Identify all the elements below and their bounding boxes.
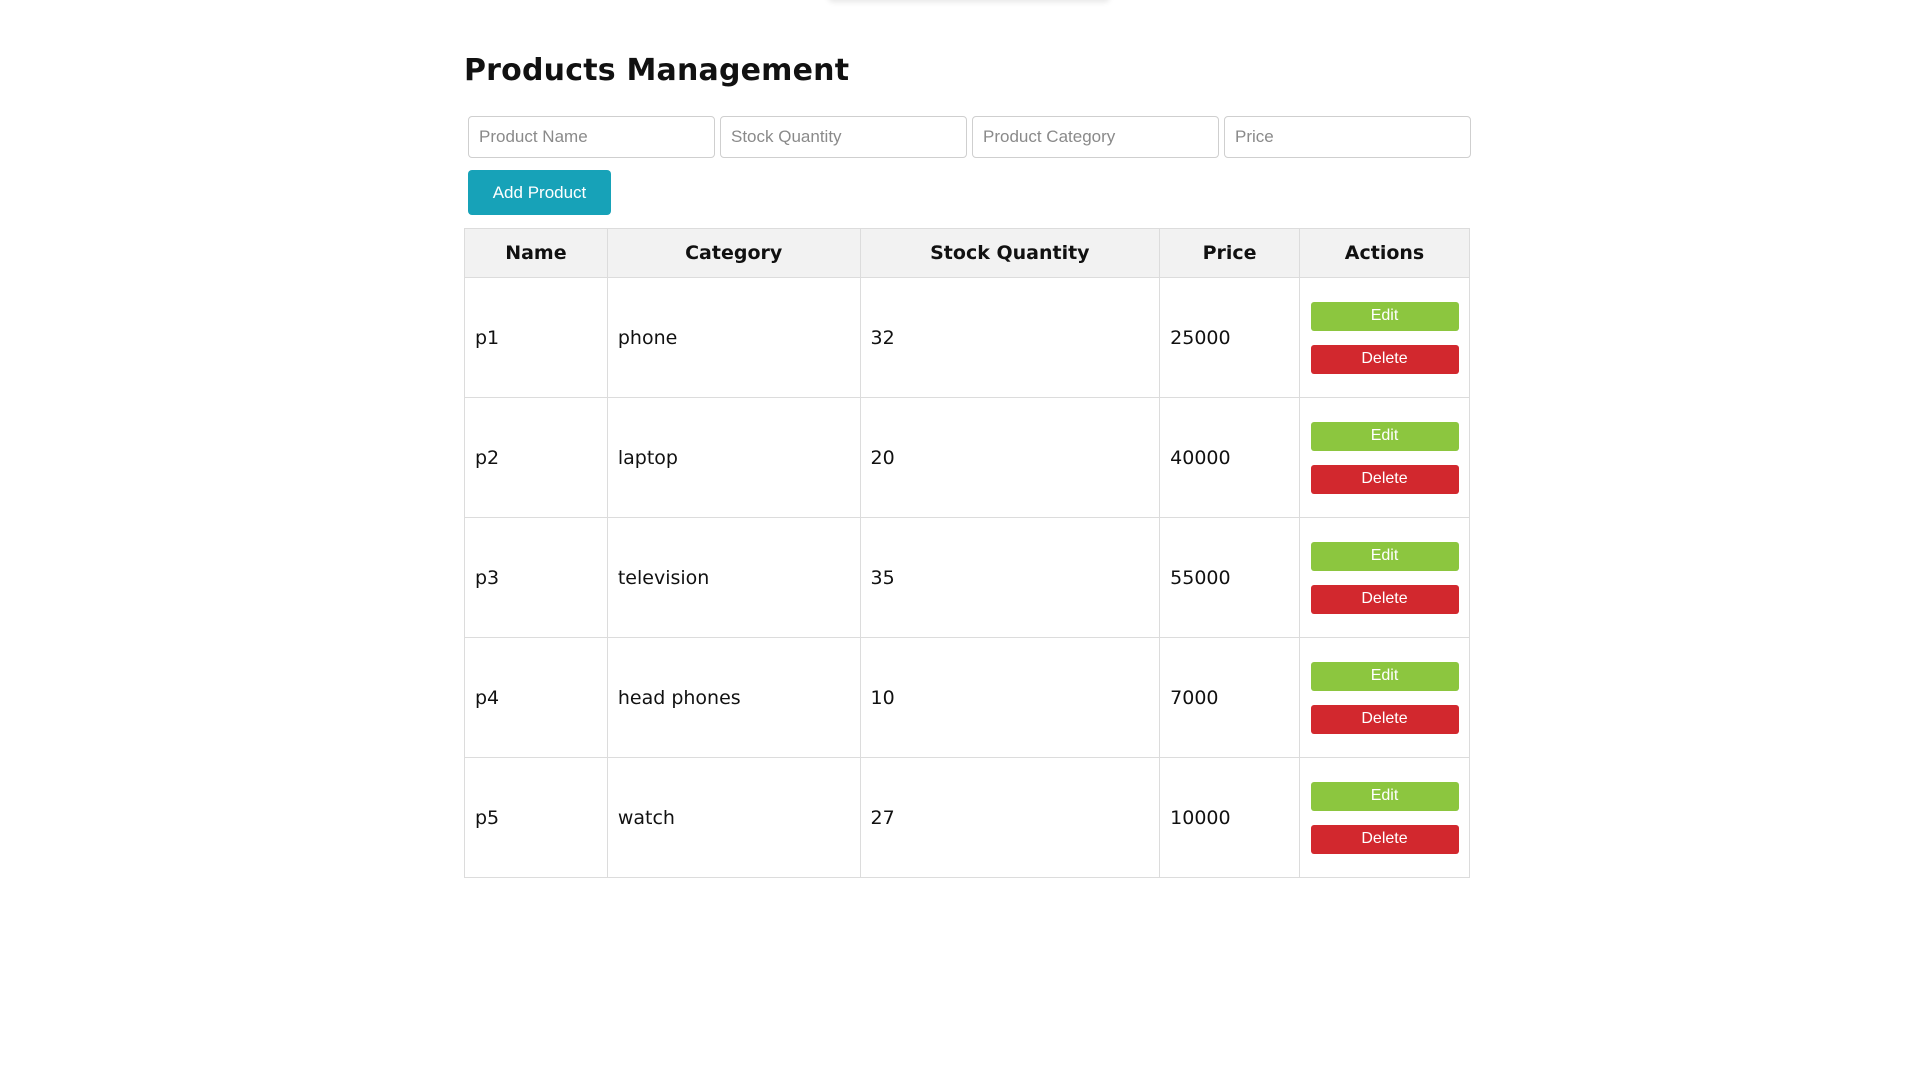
cell-actions: Edit Delete xyxy=(1299,277,1470,398)
cell-actions: Edit Delete xyxy=(1299,397,1470,518)
header-category: Category xyxy=(606,228,861,278)
add-product-form xyxy=(468,116,1471,158)
cell-category: laptop xyxy=(606,397,861,518)
cell-name: p3 xyxy=(464,517,608,638)
cell-category: head phones xyxy=(606,637,861,758)
table-row: p4 head phones 10 7000 Edit Delete xyxy=(464,637,1470,758)
header-price: Price xyxy=(1159,228,1300,278)
delete-button[interactable]: Delete xyxy=(1310,344,1459,374)
cell-price: 25000 xyxy=(1159,277,1300,398)
cell-actions: Edit Delete xyxy=(1299,517,1470,638)
table-row: p5 watch 27 10000 Edit Delete xyxy=(464,757,1470,878)
cell-name: p1 xyxy=(464,277,608,398)
cell-stock: 20 xyxy=(859,397,1161,518)
cell-stock: 27 xyxy=(859,757,1161,878)
add-product-button[interactable]: Add Product xyxy=(468,170,611,215)
edit-button[interactable]: Edit xyxy=(1310,541,1459,571)
cell-price: 7000 xyxy=(1159,637,1300,758)
cell-name: p5 xyxy=(464,757,608,878)
product-category-input[interactable] xyxy=(972,116,1219,158)
page-title: Products Management xyxy=(464,53,850,88)
edit-button[interactable]: Edit xyxy=(1310,421,1459,451)
delete-button[interactable]: Delete xyxy=(1310,704,1459,734)
cell-price: 10000 xyxy=(1159,757,1300,878)
cell-price: 55000 xyxy=(1159,517,1300,638)
edit-button[interactable]: Edit xyxy=(1310,781,1459,811)
table-row: p3 television 35 55000 Edit Delete xyxy=(464,517,1470,638)
products-table: Name Category Stock Quantity Price Actio… xyxy=(464,228,1470,878)
cell-stock: 32 xyxy=(859,277,1161,398)
product-name-input[interactable] xyxy=(468,116,715,158)
header-actions: Actions xyxy=(1299,228,1470,278)
edit-button[interactable]: Edit xyxy=(1310,661,1459,691)
table-row: p1 phone 32 25000 Edit Delete xyxy=(464,277,1470,398)
price-input[interactable] xyxy=(1224,116,1471,158)
cell-category: watch xyxy=(606,757,861,878)
cell-category: television xyxy=(606,517,861,638)
edit-button[interactable]: Edit xyxy=(1310,301,1459,331)
delete-button[interactable]: Delete xyxy=(1310,584,1459,614)
cell-price: 40000 xyxy=(1159,397,1300,518)
header-name: Name xyxy=(464,228,608,278)
delete-button[interactable]: Delete xyxy=(1310,824,1459,854)
cell-actions: Edit Delete xyxy=(1299,637,1470,758)
cell-name: p2 xyxy=(464,397,608,518)
delete-button[interactable]: Delete xyxy=(1310,464,1459,494)
cell-actions: Edit Delete xyxy=(1299,757,1470,878)
header-stock-quantity: Stock Quantity xyxy=(859,228,1161,278)
table-row: p2 laptop 20 40000 Edit Delete xyxy=(464,397,1470,518)
cell-category: phone xyxy=(606,277,861,398)
cell-name: p4 xyxy=(464,637,608,758)
stock-quantity-input[interactable] xyxy=(720,116,967,158)
table-header-row: Name Category Stock Quantity Price Actio… xyxy=(464,228,1470,278)
cell-stock: 10 xyxy=(859,637,1161,758)
cell-stock: 35 xyxy=(859,517,1161,638)
